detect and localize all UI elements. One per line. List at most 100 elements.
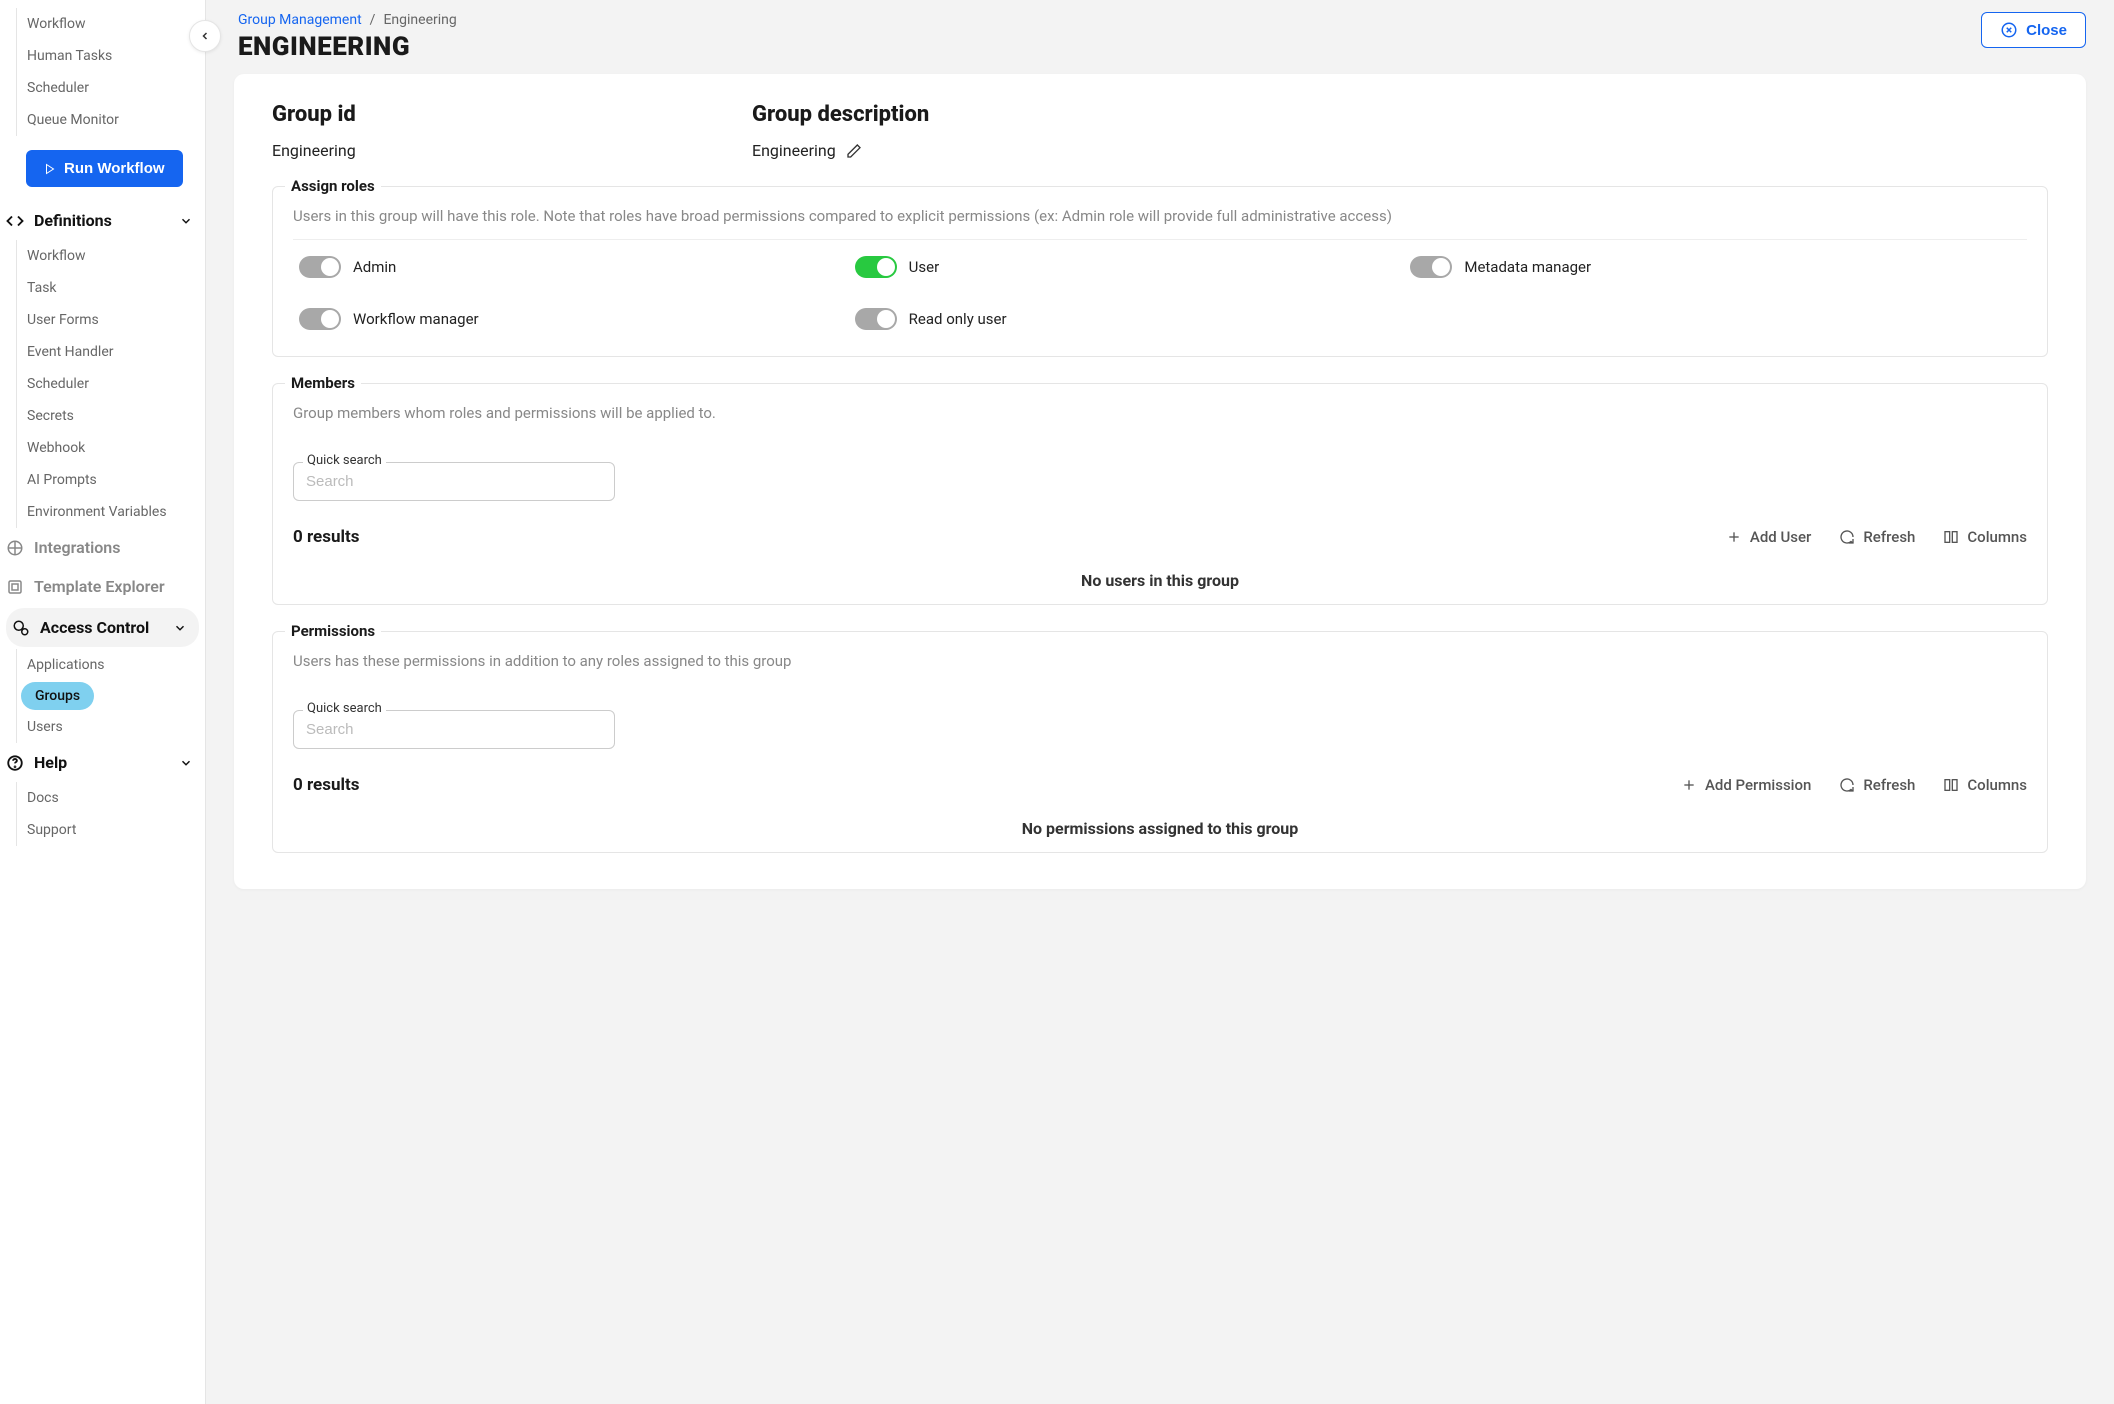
breadcrumb-root[interactable]: Group Management [238, 12, 362, 28]
permissions-refresh-button[interactable]: Refresh [1839, 776, 1915, 794]
group-description-value: Engineering [752, 141, 836, 160]
role-label: Metadata manager [1464, 258, 1591, 276]
sidebar-item-def-scheduler[interactable]: Scheduler [17, 368, 205, 400]
role-label: Workflow manager [353, 310, 479, 328]
add-user-label: Add User [1750, 528, 1811, 546]
permissions-desc: Users has these permissions in addition … [293, 632, 2027, 684]
code-icon [6, 212, 24, 230]
sidebar-item-groups[interactable]: Groups [21, 682, 94, 710]
breadcrumb-current: Engineering [383, 12, 456, 28]
sidebar-collapse-button[interactable] [189, 20, 221, 52]
members-empty-message: No users in this group [293, 571, 2027, 604]
close-circle-icon [2000, 21, 2018, 39]
role-label: User [909, 258, 940, 276]
edit-description-button[interactable] [846, 143, 862, 159]
chevron-down-icon [179, 214, 193, 228]
chevron-down-icon [173, 621, 187, 635]
sidebar-item-def-ai-prompts[interactable]: AI Prompts [17, 464, 205, 496]
role-user: User [855, 256, 1391, 278]
members-columns-button[interactable]: Columns [1943, 528, 2027, 546]
sidebar-section-definitions[interactable]: Definitions [0, 201, 205, 240]
members-search-label: Quick search [303, 453, 386, 468]
role-toggle-workflow-manager[interactable] [299, 308, 341, 330]
members-refresh-label: Refresh [1863, 528, 1915, 546]
sidebar-section-help[interactable]: Help [0, 743, 205, 782]
group-description-label: Group description [752, 102, 1172, 127]
sidebar-section-template-explorer[interactable]: Template Explorer [0, 567, 205, 606]
close-button[interactable]: Close [1981, 12, 2086, 48]
sidebar-item-docs[interactable]: Docs [17, 782, 205, 814]
sidebar-item-users[interactable]: Users [17, 711, 205, 743]
definitions-label: Definitions [34, 211, 112, 230]
main-content: Group Management / Engineering ENGINEERI… [206, 0, 2114, 1404]
group-id-value: Engineering [272, 141, 692, 160]
sidebar-item-def-user-forms[interactable]: User Forms [17, 304, 205, 336]
columns-icon [1943, 529, 1959, 545]
access-control-icon [12, 619, 30, 637]
close-label: Close [2026, 22, 2067, 39]
run-workflow-label: Run Workflow [64, 160, 165, 177]
permissions-empty-message: No permissions assigned to this group [293, 819, 2027, 852]
role-toggle-admin[interactable] [299, 256, 341, 278]
plus-icon [1726, 529, 1742, 545]
sidebar-item-def-env-vars[interactable]: Environment Variables [17, 496, 205, 528]
assign-roles-desc: Users in this group will have this role.… [293, 187, 2027, 239]
breadcrumb: Group Management / Engineering [238, 12, 457, 28]
sidebar-item-def-task[interactable]: Task [17, 272, 205, 304]
sidebar-item-def-webhook[interactable]: Webhook [17, 432, 205, 464]
sidebar-item-queue-monitor[interactable]: Queue Monitor [17, 104, 205, 136]
add-permission-button[interactable]: Add Permission [1681, 776, 1811, 794]
plus-icon [1681, 777, 1697, 793]
topbar: Group Management / Engineering ENGINEERI… [206, 0, 2114, 74]
permissions-title: Permissions [285, 622, 381, 640]
members-refresh-button[interactable]: Refresh [1839, 528, 1915, 546]
refresh-icon [1839, 777, 1855, 793]
add-user-button[interactable]: Add User [1726, 528, 1811, 546]
sidebar-item-applications[interactable]: Applications [17, 649, 205, 681]
members-panel: Members Group members whom roles and per… [272, 383, 2048, 605]
group-id-label: Group id [272, 102, 692, 127]
chevron-left-icon [199, 30, 211, 42]
sidebar-item-def-secrets[interactable]: Secrets [17, 400, 205, 432]
sidebar-item-support[interactable]: Support [17, 814, 205, 846]
permissions-results-count: 0 results [293, 775, 359, 795]
members-columns-label: Columns [1967, 528, 2027, 546]
template-icon [6, 578, 24, 596]
permissions-panel: Permissions Users has these permissions … [272, 631, 2048, 853]
members-results-count: 0 results [293, 527, 359, 547]
sidebar-item-def-event-handler[interactable]: Event Handler [17, 336, 205, 368]
role-label: Admin [353, 258, 396, 276]
sidebar-item-scheduler[interactable]: Scheduler [17, 72, 205, 104]
integrations-icon [6, 539, 24, 557]
members-desc: Group members whom roles and permissions… [293, 384, 2027, 436]
role-workflow-manager: Workflow manager [299, 308, 835, 330]
sidebar-section-access-control[interactable]: Access Control [6, 608, 199, 647]
pencil-icon [846, 143, 862, 159]
sidebar-item-workflow[interactable]: Workflow [17, 8, 205, 40]
help-label: Help [34, 753, 67, 772]
role-toggle-user[interactable] [855, 256, 897, 278]
integrations-label: Integrations [34, 538, 120, 557]
permissions-search-label: Quick search [303, 701, 386, 716]
role-toggle-read-only-user[interactable] [855, 308, 897, 330]
role-toggle-metadata-manager[interactable] [1410, 256, 1452, 278]
permissions-columns-button[interactable]: Columns [1943, 776, 2027, 794]
role-admin: Admin [299, 256, 835, 278]
sidebar-section-integrations[interactable]: Integrations [0, 528, 205, 567]
permissions-refresh-label: Refresh [1863, 776, 1915, 794]
page-title: ENGINEERING [238, 32, 457, 62]
chevron-down-icon [179, 756, 193, 770]
sidebar-item-human-tasks[interactable]: Human Tasks [17, 40, 205, 72]
role-metadata-manager: Metadata manager [1410, 256, 1946, 278]
add-permission-label: Add Permission [1705, 776, 1811, 794]
run-workflow-button[interactable]: Run Workflow [26, 150, 183, 187]
assign-roles-title: Assign roles [285, 177, 381, 195]
play-icon [44, 162, 56, 176]
sidebar-item-def-workflow[interactable]: Workflow [17, 240, 205, 272]
help-icon [6, 754, 24, 772]
assign-roles-panel: Assign roles Users in this group will ha… [272, 186, 2048, 357]
role-read-only-user: Read only user [855, 308, 1391, 330]
template-explorer-label: Template Explorer [34, 577, 165, 596]
access-control-label: Access Control [40, 618, 149, 637]
content-card: Group id Engineering Group description E… [234, 74, 2086, 889]
